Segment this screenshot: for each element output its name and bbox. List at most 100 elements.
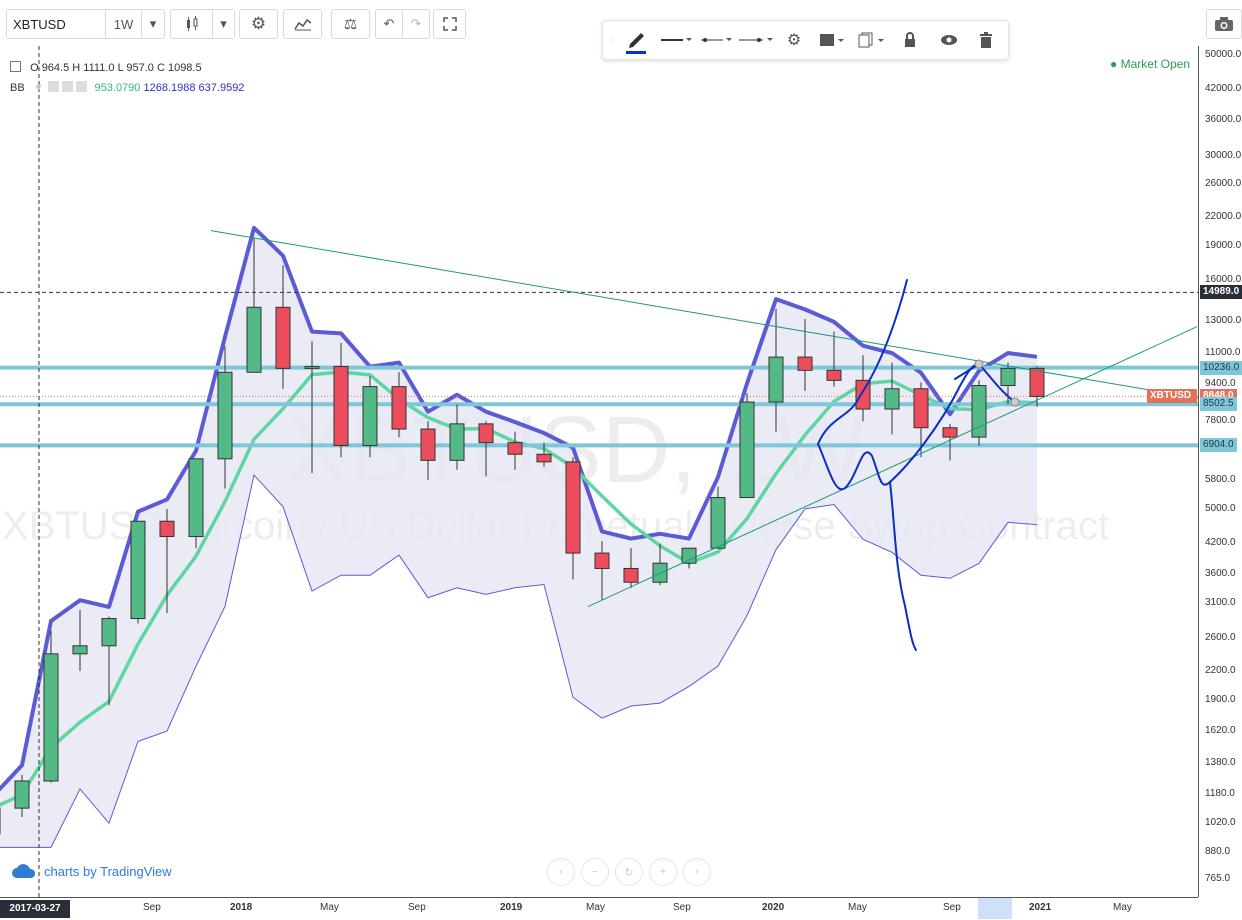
gear-icon: ⚙ [250, 14, 267, 33]
line-end-icon [739, 38, 773, 42]
line-end-button[interactable] [737, 25, 775, 55]
price-tick-label: 1180.0 [1205, 787, 1235, 799]
clone-button[interactable] [857, 25, 887, 55]
time-tick-label: Sep [408, 902, 426, 913]
chevron-down-icon: ▾ [149, 16, 157, 31]
chevron-down-icon: ▾ [220, 16, 227, 31]
tradingview-logo[interactable]: charts by TradingView [10, 862, 172, 880]
brush-handle [1010, 397, 1020, 407]
fullscreen-icon [442, 17, 457, 31]
time-tick-label: Sep [673, 902, 691, 913]
price-badge: 14989.0 [1200, 285, 1242, 300]
line-style-button[interactable] [659, 25, 693, 55]
settings-small-icon[interactable] [62, 81, 74, 92]
candle-body [188, 458, 204, 538]
branding-label: charts by TradingView [44, 863, 172, 879]
undo-button[interactable]: ↶ [376, 10, 403, 38]
candle-body [681, 547, 697, 564]
clone-icon [858, 32, 884, 48]
bb-upper-value: 1268.1988 [143, 82, 196, 94]
template-button[interactable] [817, 25, 847, 55]
time-tick-label: May [320, 902, 339, 913]
candle-body [1029, 367, 1045, 397]
eye-icon [941, 35, 957, 45]
price-tick-label: 4200.0 [1205, 537, 1236, 549]
bb-basis-value: 953.0790 [94, 82, 141, 94]
chart-scroll-controls: ‹ − ↻ + › [547, 858, 711, 886]
template-icon [820, 34, 844, 46]
indicators-button[interactable] [284, 10, 321, 38]
open-value: 964.5 [41, 62, 70, 74]
price-badge: 10236.0 [1200, 360, 1242, 375]
candle-body [43, 653, 59, 782]
candle-body [536, 453, 552, 463]
candle-body [420, 428, 436, 461]
bb-row: BB ▾ 953.0790 1268.1988 637.9592 [10, 78, 244, 98]
cloud-icon [12, 864, 36, 878]
price-chart[interactable] [0, 46, 1198, 897]
chart-style-dropdown[interactable]: ▾ [213, 10, 234, 38]
price-tick-label: 3600.0 [1205, 567, 1236, 579]
candle-body [391, 386, 407, 430]
chart-pane[interactable]: XBTUSD, 1W XBTUSD: Bitcoin / US Dollar P… [0, 46, 1198, 897]
eye-icon[interactable] [48, 81, 60, 92]
candle-body [826, 369, 842, 381]
high-value: 1111.0 [83, 62, 115, 74]
price-tick-label: 1380.0 [1205, 757, 1236, 769]
price-tick-label: 5800.0 [1205, 473, 1236, 485]
zoom-out-icon[interactable]: − [581, 858, 609, 886]
candle-body [1000, 367, 1016, 387]
time-axis[interactable]: 2017-03-27 Sep 2018 May Sep 2019 May Sep 2020 Ma… [0, 897, 1198, 920]
candle-body [652, 562, 668, 583]
scroll-right-icon[interactable]: › [683, 858, 711, 886]
delete-button[interactable] [975, 25, 997, 55]
price-tick-label: 30000.0 [1205, 149, 1242, 161]
price-tick-label: 13000.0 [1205, 314, 1242, 326]
ohlc-toggle[interactable] [10, 61, 21, 72]
bb-lower-value: 637.9592 [198, 82, 245, 94]
bb-dropdown-icon[interactable]: ▾ [36, 82, 42, 94]
price-axis[interactable]: 50000.0 42000.0 36000.0 30000.0 26000.0 22000… [1147, 46, 1242, 897]
undo-redo-group: ↶ ↷ [375, 9, 430, 39]
price-tick-label: 36000.0 [1205, 113, 1242, 125]
price-tick-label: 16000.0 [1205, 273, 1242, 285]
redo-button[interactable]: ↷ [403, 10, 429, 38]
close-label: C [156, 62, 165, 74]
compare-button[interactable]: ⚖ [332, 10, 369, 38]
symbol-search[interactable]: XBTUSD [7, 10, 106, 38]
remove-icon[interactable] [76, 81, 88, 92]
price-tick-label: 1020.0 [1205, 816, 1236, 828]
interval-selector[interactable]: 1W [106, 10, 142, 38]
zoom-in-icon[interactable]: + [649, 858, 677, 886]
time-tick-label: May [1113, 902, 1132, 913]
line-start-icon [701, 38, 732, 42]
interval-dropdown[interactable]: ▾ [142, 10, 164, 38]
time-tick-label: 2021 [1029, 902, 1052, 913]
drawing-settings-button[interactable]: ⚙ [781, 25, 807, 55]
visibility-button[interactable] [937, 25, 961, 55]
drag-handle[interactable]: ⋮ [605, 25, 617, 55]
candle-body [478, 423, 494, 444]
indicators-icon [293, 18, 311, 31]
market-status: ● Market Open [1110, 57, 1190, 71]
snapshot-button[interactable] [1206, 9, 1242, 39]
price-tick-label: 26000.0 [1205, 177, 1242, 189]
fullscreen-group [433, 9, 466, 39]
candle-body [246, 306, 262, 373]
brush-color-button[interactable] [621, 25, 651, 55]
reset-icon[interactable]: ↻ [615, 858, 643, 886]
settings-button[interactable]: ⚙ [240, 10, 277, 38]
gear-icon: ⚙ [786, 32, 802, 49]
chart-style-button[interactable] [171, 10, 213, 38]
fullscreen-button[interactable] [434, 10, 465, 38]
lock-button[interactable] [899, 25, 921, 55]
price-tick-label: 1900.0 [1205, 693, 1236, 705]
time-tick-label: 2020 [762, 902, 785, 913]
line-start-button[interactable] [699, 25, 733, 55]
candle-body [72, 645, 88, 655]
candle-body [159, 520, 175, 538]
candle-body [304, 365, 320, 369]
scroll-left-icon[interactable]: ‹ [547, 858, 575, 886]
candle-body [507, 442, 523, 455]
close-value: 1098.5 [167, 62, 202, 74]
